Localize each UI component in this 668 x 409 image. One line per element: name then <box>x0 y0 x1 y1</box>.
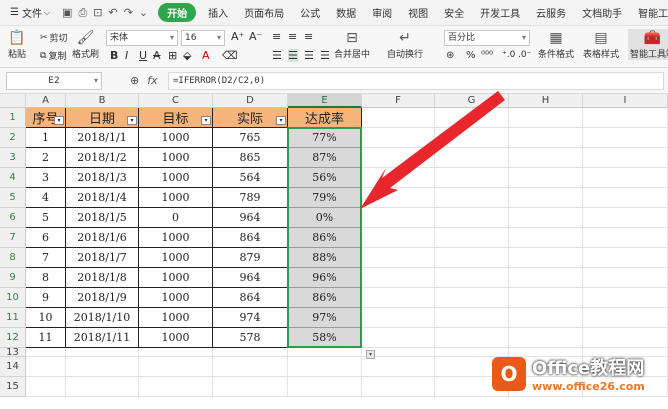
office-logo-icon: O <box>492 356 526 391</box>
arrow-shape <box>360 91 505 209</box>
watermark-logo: O Office教程网 www.office26.com <box>492 354 645 393</box>
watermark-text: Office教程网 www.office26.com <box>532 354 645 393</box>
watermark-brand: Office教程网 <box>532 358 645 379</box>
red-arrow-annotation <box>360 91 505 209</box>
watermark-url: www.office26.com <box>532 380 645 393</box>
